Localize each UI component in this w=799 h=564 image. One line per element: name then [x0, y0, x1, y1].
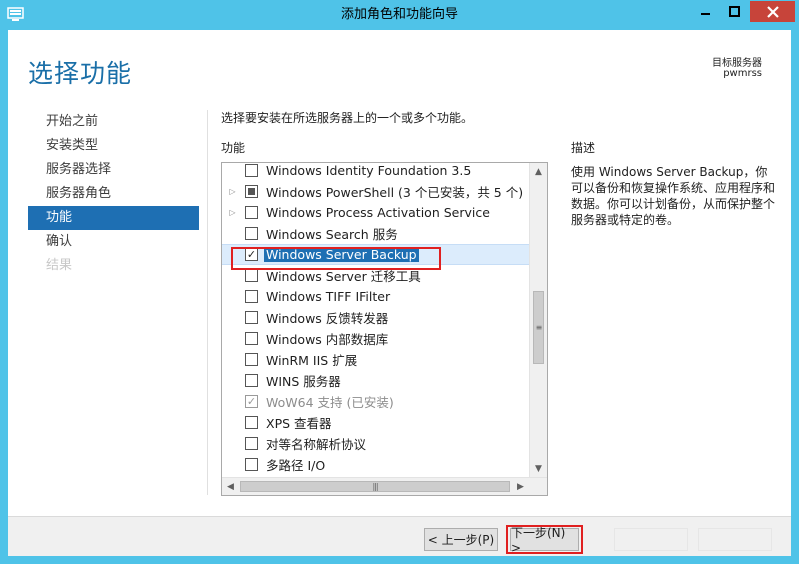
- nav-item-installation-type[interactable]: 安装类型: [28, 134, 199, 158]
- nav-item-before-you-begin[interactable]: 开始之前: [28, 110, 199, 134]
- vertical-scrollbar[interactable]: ▲ ≡ ▼: [529, 163, 547, 477]
- feature-label: WINS 服务器: [266, 374, 341, 389]
- feature-label: 对等名称解析协议: [266, 437, 367, 452]
- description-text: 使用 Windows Server Backup，你可以备份和恢复操作系统、应用…: [571, 165, 776, 227]
- feature-row[interactable]: ▷ Windows PowerShell (3 个已安装，共 5 个): [222, 181, 529, 202]
- target-server-label: 目标服务器: [712, 58, 762, 69]
- feature-checkbox-disabled: ✓: [245, 395, 258, 408]
- feature-checkbox[interactable]: [245, 353, 258, 366]
- scroll-left-icon[interactable]: ◀: [222, 478, 239, 495]
- page-title: 选择功能: [28, 59, 133, 88]
- feature-checkbox[interactable]: [245, 458, 258, 471]
- feature-checkbox[interactable]: [245, 269, 258, 282]
- feature-row[interactable]: 对等名称解析协议: [222, 433, 529, 454]
- features-list-viewport: Windows Identity Foundation 3.5 ▷ Window…: [222, 163, 529, 477]
- feature-label: Windows Identity Foundation 3.5: [266, 163, 472, 178]
- grip-icon: ≡: [535, 323, 543, 332]
- previous-button[interactable]: < 上一步(P): [424, 528, 498, 551]
- feature-checkbox[interactable]: [245, 185, 258, 198]
- highlight-box: [231, 247, 441, 270]
- feature-label: WinRM IIS 扩展: [266, 353, 358, 368]
- window-title: 添加角色和功能向导: [340, 7, 458, 22]
- close-icon: [766, 5, 779, 18]
- feature-checkbox[interactable]: [245, 227, 258, 240]
- feature-row[interactable]: WINS 服务器: [222, 370, 529, 391]
- feature-row[interactable]: WinRM IIS 扩展: [222, 349, 529, 370]
- feature-row[interactable]: Windows Identity Foundation 3.5: [222, 163, 529, 181]
- horizontal-scroll-thumb[interactable]: |||: [240, 481, 510, 492]
- feature-checkbox[interactable]: [245, 437, 258, 450]
- feature-checkbox[interactable]: [245, 164, 258, 177]
- install-button-disabled: [614, 528, 688, 551]
- feature-checkbox[interactable]: [245, 311, 258, 324]
- description-header: 描述: [571, 141, 596, 155]
- feature-label: Windows PowerShell (3 个已安装，共 5 个): [266, 185, 524, 200]
- feature-label: Windows TIFF IFilter: [266, 289, 391, 304]
- cancel-button-disabled: [698, 528, 772, 551]
- scroll-down-icon[interactable]: ▼: [530, 460, 547, 477]
- nav-divider: [207, 110, 208, 495]
- feature-label: WoW64 支持 (已安装): [266, 395, 394, 410]
- feature-row[interactable]: Windows Search 服务: [222, 223, 529, 244]
- scroll-right-icon[interactable]: ▶: [512, 478, 529, 495]
- nav-item-server-selection[interactable]: 服务器选择: [28, 158, 199, 182]
- maximize-button[interactable]: [721, 1, 748, 22]
- scroll-up-icon[interactable]: ▲: [530, 163, 547, 180]
- wizard-window: 添加角色和功能向导 选择功能 目标服务器 pwmrss 开始之前 安装类型 服务…: [0, 0, 799, 564]
- nav-item-server-roles[interactable]: 服务器角色: [28, 182, 199, 206]
- feature-label: 多路径 I/O: [266, 458, 326, 473]
- feature-row[interactable]: Windows TIFF IFilter: [222, 286, 529, 307]
- vertical-scroll-thumb[interactable]: ≡: [533, 291, 544, 364]
- feature-checkbox[interactable]: [245, 374, 258, 387]
- highlight-box: [506, 525, 583, 554]
- maximize-icon: [729, 6, 740, 17]
- partial-check-mark: [248, 188, 255, 195]
- features-list[interactable]: Windows Identity Foundation 3.5 ▷ Window…: [221, 162, 548, 496]
- features-header: 功能: [221, 141, 246, 155]
- feature-label: Windows Process Activation Service: [266, 205, 490, 220]
- minimize-icon: [701, 13, 710, 15]
- wizard-content: 选择功能 目标服务器 pwmrss 开始之前 安装类型 服务器选择 服务器角色 …: [8, 30, 791, 556]
- nav-item-results: 结果: [46, 258, 73, 273]
- feature-row: ✓ WoW64 支持 (已安装): [222, 391, 529, 412]
- title-bar[interactable]: 添加角色和功能向导: [0, 0, 799, 30]
- feature-row[interactable]: Windows 反馈转发器: [222, 307, 529, 328]
- feature-checkbox[interactable]: [245, 416, 258, 429]
- nav-item-confirmation[interactable]: 确认: [28, 230, 199, 254]
- close-button[interactable]: [750, 1, 795, 22]
- target-server-name: pwmrss: [723, 68, 762, 79]
- expand-arrow-icon[interactable]: ▷: [226, 208, 239, 217]
- nav-item-features[interactable]: 功能: [28, 206, 199, 230]
- feature-checkbox[interactable]: [245, 332, 258, 345]
- minimize-button[interactable]: [692, 1, 719, 22]
- horizontal-scrollbar[interactable]: ◀ ||| ▶: [222, 477, 547, 495]
- feature-checkbox[interactable]: [245, 290, 258, 303]
- feature-label: XPS 查看器: [266, 416, 332, 431]
- feature-label: Windows 内部数据库: [266, 332, 389, 347]
- feature-label: Windows Search 服务: [266, 227, 398, 242]
- grip-icon: |||: [372, 482, 378, 491]
- feature-checkbox[interactable]: [245, 206, 258, 219]
- feature-row[interactable]: Windows 内部数据库: [222, 328, 529, 349]
- wizard-nav: 开始之前 安装类型 服务器选择 服务器角色 功能 确认 结果: [28, 110, 199, 278]
- feature-label: Windows 反馈转发器: [266, 311, 389, 326]
- expand-arrow-icon[interactable]: ▷: [226, 187, 239, 196]
- wizard-footer: < 上一步(P) 下一步(N) >: [8, 516, 791, 556]
- feature-row[interactable]: ▷ Windows Process Activation Service: [222, 202, 529, 223]
- feature-row[interactable]: XPS 查看器: [222, 412, 529, 433]
- feature-row[interactable]: 多路径 I/O: [222, 454, 529, 475]
- instruction-text: 选择要安装在所选服务器上的一个或多个功能。: [221, 111, 474, 125]
